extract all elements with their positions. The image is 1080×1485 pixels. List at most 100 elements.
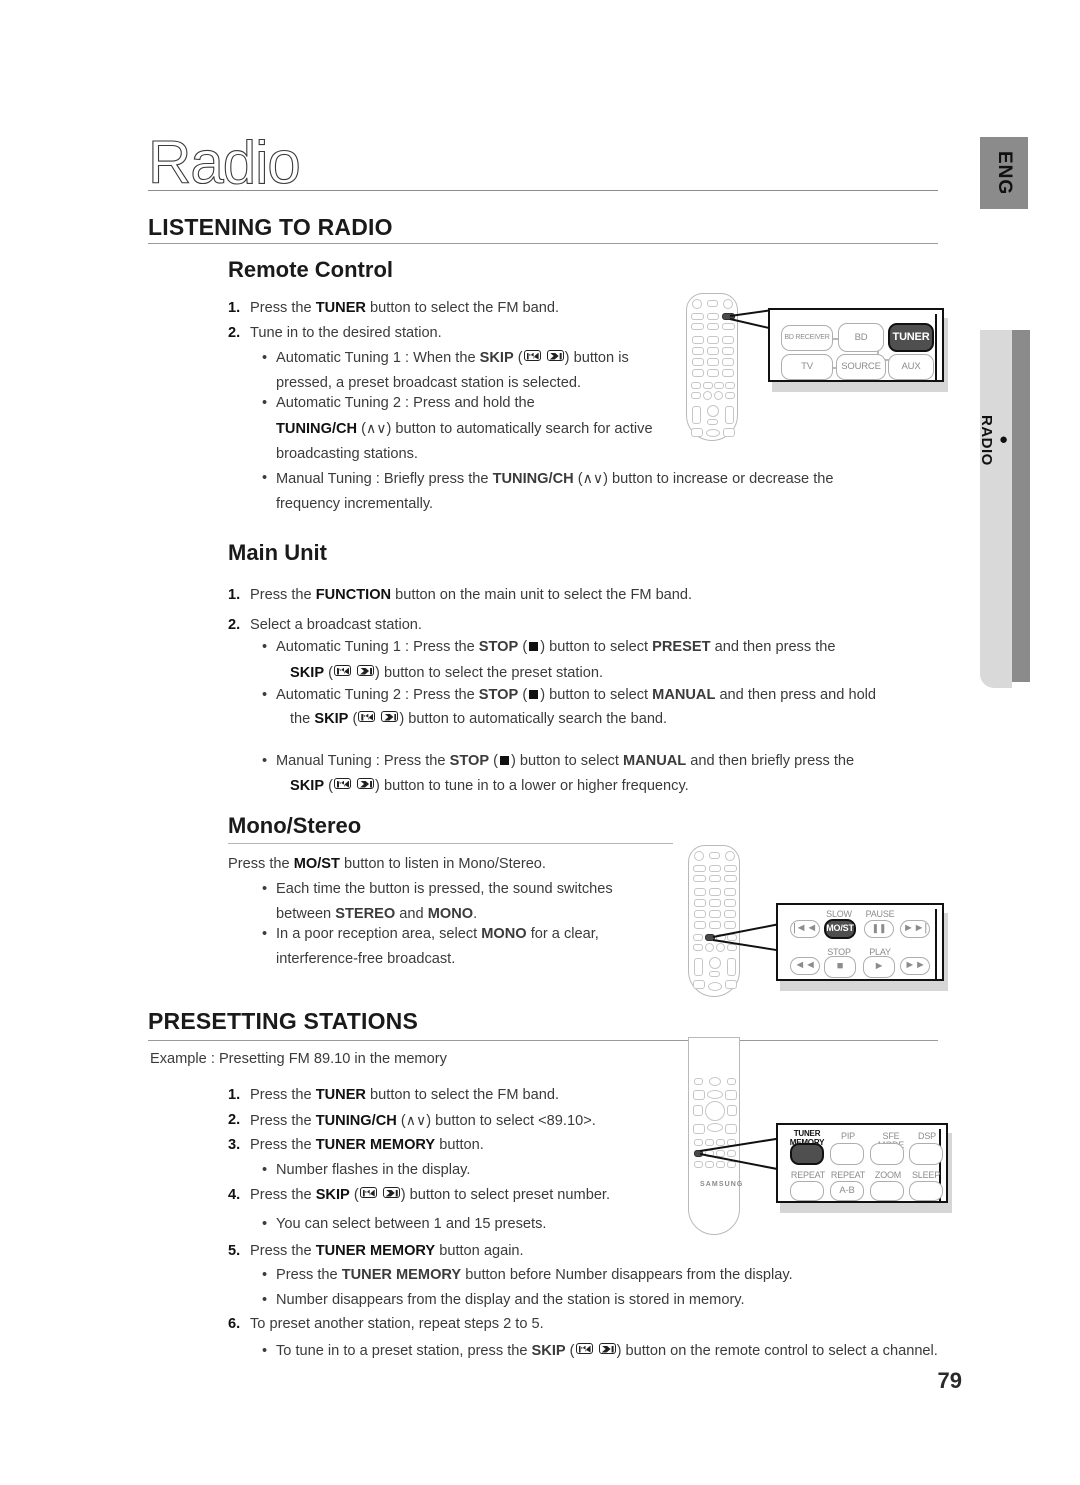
section-heading-presetting-stations: PRESETTING STATIONS [148, 1008, 419, 1034]
stop-square-icon [529, 690, 539, 699]
callout-button-bd-receiver[interactable]: BD RECEIVER [781, 325, 833, 351]
callout-label-sleep: SLEEP [911, 1170, 941, 1180]
step-text-remote-1: Press the TUNER button to select the FM … [250, 296, 710, 321]
bullet-main-auto-tuning-2: Automatic Tuning 2 : Press the STOP () b… [262, 683, 976, 708]
bullet-auto-tuning-2: Automatic Tuning 2 : Press and hold the [262, 391, 696, 416]
numeric-key [722, 369, 734, 377]
tuning-ch-key [727, 958, 736, 976]
remote-key [693, 875, 706, 882]
remote-key [716, 1139, 725, 1146]
emphasis-tuner: TUNER [315, 300, 366, 316]
remote-key [724, 865, 737, 872]
sidebar-tab-dark-strip [1012, 330, 1030, 682]
callout-button-tv[interactable]: TV [781, 354, 833, 380]
callout-button-zoom[interactable] [870, 1181, 904, 1201]
callout-label-pip: PIP [841, 1131, 855, 1141]
skip-back-icon [333, 665, 351, 676]
callout-button-stop[interactable]: ■ [824, 956, 856, 978]
callout-button-source[interactable]: SOURCE [836, 354, 886, 380]
remote-key [691, 313, 704, 320]
bullet-mono-stereo-2: In a poor reception area, select MONO fo… [262, 922, 676, 972]
callout-button-repeat-ab[interactable]: A-B [830, 1181, 864, 1201]
emphasis-most: MO/ST [293, 856, 340, 872]
callout-button-dsp[interactable] [909, 1143, 943, 1165]
remote-key [693, 980, 705, 989]
remote-control-body [688, 845, 740, 997]
step-text-fragment: Press the [250, 587, 316, 603]
emphasis-skip: SKIP [290, 778, 325, 794]
illustration-remote-tuner: BD RECEIVER BD TUNER TV SOURCE AUX [686, 293, 948, 443]
callout-button-tuner[interactable]: TUNER [888, 323, 934, 352]
bullet-text-fragment: between [276, 906, 336, 922]
skip-forward-icon [381, 711, 399, 722]
callout-button-rewind[interactable]: ◄◄ [790, 957, 820, 975]
remote-key [694, 1161, 703, 1168]
sidebar-section-label: RADIO [978, 414, 995, 466]
bullet-text-fragment: Press the [276, 1267, 342, 1283]
sidebar-language-tab: ENG [980, 137, 1028, 209]
callout-button-repeat[interactable] [790, 1181, 824, 1201]
bullet-manual-tuning-remote: Manual Tuning : Briefly press the TUNING… [262, 466, 916, 517]
callout-button-pause[interactable]: ❚❚ [864, 920, 894, 938]
callout-button-play[interactable]: ► [863, 956, 895, 978]
step-text-preset-5: Press the TUNER MEMORY button again. [250, 1239, 750, 1264]
mute-key [707, 405, 719, 417]
bullet-main-manual-tuning: Manual Tuning : Press the STOP () button… [262, 749, 976, 774]
step-text-fragment: Press the [250, 1087, 316, 1103]
bullet-text-fragment: ) button to increase or decrease the [603, 471, 834, 487]
callout-button-skip-forward[interactable]: ►►| [900, 920, 930, 938]
skip-back-icon [575, 1343, 593, 1354]
callout-button-sleep[interactable] [909, 1181, 943, 1201]
step-text-preset-4: Press the SKIP ( ) button to select pres… [250, 1183, 750, 1208]
transport-key [714, 382, 724, 389]
step-number: 1. [228, 1087, 241, 1103]
step-text-fragment: button to select the FM band. [365, 1087, 560, 1103]
step-text-preset-1: Press the TUNER button to select the FM … [250, 1083, 750, 1108]
stop-square-icon [500, 756, 510, 765]
callout-label-repeat-ab: REPEAT [830, 1170, 866, 1180]
step-number: 2. [228, 1112, 241, 1128]
emphasis-tuning-ch: TUNING/CH [276, 421, 358, 437]
callout-label-slow: SLOW [826, 909, 852, 919]
play-key [714, 391, 723, 400]
bullet-text-fragment: ) button to select [511, 753, 623, 769]
callout-button-tuner-memory[interactable] [790, 1143, 824, 1165]
emphasis-skip: SKIP [290, 665, 325, 681]
section-divider-1 [148, 243, 938, 244]
power-icon [692, 299, 702, 309]
emphasis-function: FUNCTION [315, 587, 392, 603]
callout-button-aux[interactable]: AUX [888, 354, 934, 380]
numeric-key [724, 888, 736, 896]
callout-button-sfe-mode[interactable] [870, 1143, 904, 1165]
remote-key [694, 1078, 703, 1085]
bullet-text-fragment: Manual Tuning : Briefly press the [276, 471, 493, 487]
remote-key [709, 852, 720, 859]
step-number: 2. [228, 617, 241, 633]
navigation-pad [705, 1101, 725, 1121]
numeric-key [709, 888, 721, 896]
callout-button-skip-back[interactable]: |◄◄ [790, 920, 820, 938]
manual-page: ENG ● RADIO Radio LISTENING TO RADIO Rem… [0, 0, 1080, 1485]
step-text-fragment: button on the main unit to select the FM… [391, 587, 693, 603]
step-text-main-1: Press the FUNCTION button on the main un… [250, 583, 950, 608]
callout-button-pip[interactable] [830, 1143, 864, 1165]
remote-key [725, 1090, 737, 1100]
numeric-key [707, 369, 719, 377]
step-number: 6. [228, 1316, 241, 1332]
emphasis-mono: MONO [427, 906, 474, 922]
transport-key [693, 944, 703, 951]
bullet-mono-stereo-1: Each time the button is pressed, the sou… [262, 877, 676, 927]
sidebar-section-tab: ● RADIO [978, 330, 1030, 688]
callout-button-most[interactable]: MO/ST [824, 919, 856, 939]
numeric-key [707, 336, 719, 344]
emphasis-tuner: TUNER [315, 1087, 366, 1103]
callout-button-bd[interactable]: BD [838, 323, 884, 352]
numeric-key [709, 899, 721, 907]
callout-button-fast-forward[interactable]: ►► [900, 957, 930, 975]
bullet-main-auto-tuning-2-cont: the SKIP ( ) button to automatically sea… [290, 707, 990, 732]
emphasis-preset: PRESET [652, 639, 711, 655]
emphasis-stop: STOP [449, 753, 490, 769]
remote-key [709, 875, 721, 882]
numeric-key [692, 358, 704, 366]
transport-key [691, 382, 701, 389]
